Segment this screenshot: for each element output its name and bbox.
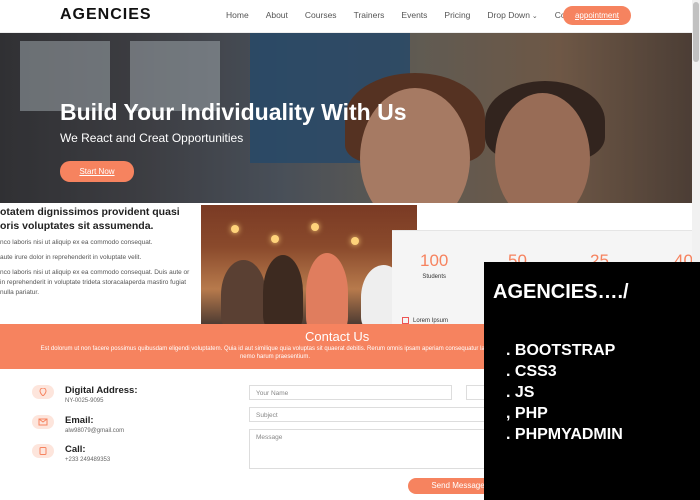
main-nav: Home About Courses Trainers Events Prici… (226, 10, 601, 20)
nav-trainers[interactable]: Trainers (354, 10, 385, 20)
address-value: NY-0025-9095 (65, 398, 104, 404)
hero-title: Build Your Individuality With Us (60, 99, 407, 125)
nav-home[interactable]: Home (226, 10, 249, 20)
hero-subtitle: We React and Creat Opportunities (60, 131, 244, 145)
email-label: Email: (65, 415, 94, 426)
hero-section: Build Your Individuality With Us We Reac… (0, 33, 700, 203)
about-line: aute irure dolor in reprehenderit in vol… (0, 254, 142, 261)
nav-pricing[interactable]: Pricing (444, 10, 470, 20)
bulb (231, 225, 239, 233)
about-text: otatem dignissimos provident quasi oris … (0, 205, 195, 298)
about-heading: otatem dignissimos provident quasi oris … (0, 206, 180, 232)
stat-item: 100 Students (420, 251, 448, 280)
tech-item: . BOOTSTRAP (506, 342, 616, 359)
tech-overlay: AGENCIES…./ . BOOTSTRAP . CSS3 . JS , PH… (484, 262, 700, 500)
location-icon (32, 385, 54, 399)
name-input[interactable]: Your Name (249, 385, 452, 400)
appointment-button[interactable]: appointment (563, 6, 631, 25)
tech-item: . JS (506, 384, 535, 401)
page: AGENCIES Home About Courses Trainers Eve… (0, 0, 700, 500)
stat-label: Students (422, 274, 447, 280)
nav-about[interactable]: About (266, 10, 288, 20)
call-label: Call: (65, 444, 86, 455)
about-photo (201, 205, 417, 325)
subject-input[interactable]: Subject (249, 407, 499, 422)
overlay-title: AGENCIES…./ (493, 281, 629, 303)
photo-person (263, 255, 303, 325)
tech-item: . PHPMYADMIN (506, 426, 623, 443)
bulb (311, 223, 319, 231)
nav-events[interactable]: Events (401, 10, 427, 20)
call-value: +233 249489353 (65, 457, 111, 463)
about-line: nco laboris nisi ut aliquip ex ea commod… (0, 269, 190, 296)
box-icon (402, 317, 409, 324)
photo-person (306, 253, 348, 325)
mail-icon (32, 415, 54, 429)
nav-dropdown[interactable]: Drop Down (487, 10, 537, 20)
email-value: alw98079@gmail.com (65, 428, 125, 434)
about-line: nco laboris nisi ut aliquip ex ea commod… (0, 239, 153, 246)
stat-number: 100 (420, 251, 449, 270)
site-header: AGENCIES Home About Courses Trainers Eve… (0, 0, 700, 33)
start-now-button[interactable]: Start Now (60, 161, 134, 182)
tech-item: . CSS3 (506, 363, 557, 380)
phone-icon (32, 444, 54, 458)
contact-title: Contact Us (305, 329, 370, 344)
photo-person (221, 260, 266, 325)
nav-courses[interactable]: Courses (305, 10, 337, 20)
address-label: Digital Address: (65, 385, 138, 396)
scrollbar-thumb[interactable] (693, 2, 699, 62)
site-logo[interactable]: AGENCIES (60, 6, 152, 24)
contact-description: Est dolorum ut non facere possimus quibu… (40, 346, 510, 360)
tech-item: , PHP (506, 405, 548, 422)
bulb (351, 237, 359, 245)
tech-list: . BOOTSTRAP . CSS3 . JS , PHP . PHPMYADM… (506, 340, 623, 445)
bulb (271, 235, 279, 243)
message-textarea[interactable]: Message (249, 429, 499, 469)
